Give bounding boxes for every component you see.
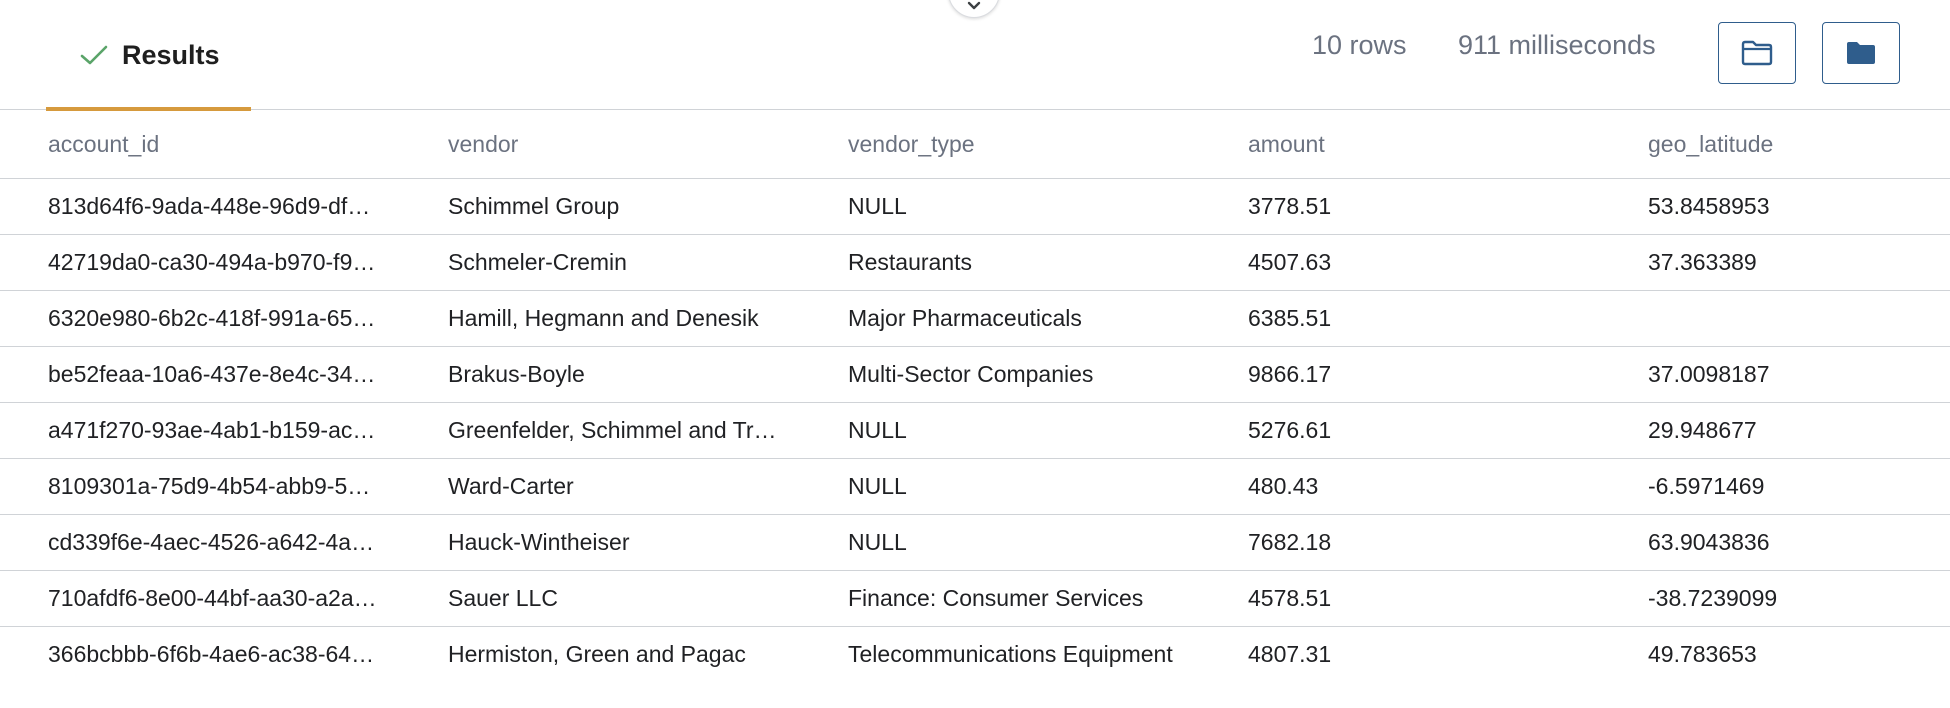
cell-geo-latitude: 49.783653 [1648,640,1757,667]
cell-vendor-type: NULL [800,402,1200,459]
cell-amount: 4578.51 [1200,570,1600,627]
cell-geo-latitude: 63.9043836 [1600,514,1950,571]
results-header: Results 10 rows 911 milliseconds [0,0,1950,111]
row-count: 10 rows [1312,30,1407,60]
column-header[interactable]: vendor_type [800,112,1200,179]
cell-account-id: cd339f6e-4aec-4526-a642-4a4… [0,514,400,571]
cell-vendor-type: Multi-Sector Companies [800,346,1200,403]
cell-vendor-type: NULL [800,514,1200,571]
column-header[interactable]: geo_latitude [1600,112,1950,179]
results-panel: Results 10 rows 911 milliseconds account… [0,0,1950,708]
table-row[interactable]: 6320e980-6b2c-418f-991a-653… Hamill, Heg… [0,290,1950,347]
table-header-row: account_id vendor vendor_type amount geo… [0,112,1950,179]
cell-amount: 4507.63 [1200,234,1600,291]
save-folder-button[interactable] [1822,22,1900,84]
table-row[interactable]: 366bcbbb-6f6b-4ae6-ac38-642… Hermiston, … [0,626,1950,682]
column-header[interactable]: amount [1200,112,1600,179]
cell-amount: 6385.51 [1200,290,1600,347]
cell-geo-latitude: -38.7239099 [1600,570,1950,627]
table-row[interactable]: 710afdf6-8e00-44bf-aa30-a2a0… Sauer LLC … [0,570,1950,627]
cell-vendor: Hauck-Wintheiser [400,514,800,571]
cell-vendor: Greenfelder, Schimmel and Tra… [400,402,800,459]
cell-account-id: 42719da0-ca30-494a-b970-f91… [0,234,400,291]
cell-vendor: Ward-Carter [400,458,800,515]
cell-amount: 5276.61 [1200,402,1600,459]
cell-amount: 4807.31 [1248,640,1332,667]
tab-results-label: Results [122,39,220,70]
query-duration: 911 milliseconds [1458,30,1656,60]
table-row[interactable]: 813d64f6-9ada-448e-96d9-dfe… Schimmel Gr… [0,178,1950,235]
cell-vendor-type: Finance: Consumer Services [800,570,1200,627]
cell-account-id: 366bcbbb-6f6b-4ae6-ac38-642… [48,640,387,667]
cell-geo-latitude: 29.948677 [1600,402,1950,459]
cell-vendor-type: NULL [800,178,1200,235]
cell-amount: 480.43 [1200,458,1600,515]
cell-vendor-type: NULL [800,458,1200,515]
column-header[interactable]: account_id [0,112,400,179]
table-row[interactable]: cd339f6e-4aec-4526-a642-4a4… Hauck-Winth… [0,514,1950,571]
table-row[interactable]: be52feaa-10a6-437e-8e4c-347… Brakus-Boyl… [0,346,1950,403]
cell-vendor-type: Major Pharmaceuticals [800,290,1200,347]
cell-account-id: 8109301a-75d9-4b54-abb9-592… [0,458,400,515]
table-row[interactable]: 8109301a-75d9-4b54-abb9-592… Ward-Carter… [0,458,1950,515]
cell-geo-latitude: -6.5971469 [1600,458,1950,515]
cell-account-id: 710afdf6-8e00-44bf-aa30-a2a0… [0,570,400,627]
cell-account-id: a471f270-93ae-4ab1-b159-ac3… [0,402,400,459]
cell-vendor: Hermiston, Green and Pagac [448,640,746,667]
cell-account-id: 813d64f6-9ada-448e-96d9-dfe… [0,178,400,235]
cell-amount: 3778.51 [1200,178,1600,235]
check-icon [80,45,108,65]
results-table: account_id vendor vendor_type amount geo… [0,112,1950,682]
cell-vendor-type: Restaurants [800,234,1200,291]
open-folder-button[interactable] [1718,22,1796,84]
tab-results[interactable]: Results [46,0,251,111]
cell-geo-latitude: 37.363389 [1600,234,1950,291]
cell-amount: 9866.17 [1200,346,1600,403]
cell-vendor: Brakus-Boyle [400,346,800,403]
table-row[interactable]: 42719da0-ca30-494a-b970-f91… Schmeler-Cr… [0,234,1950,291]
cell-vendor: Schimmel Group [400,178,800,235]
cell-geo-latitude: 37.0098187 [1600,346,1950,403]
cell-vendor: Schmeler-Cremin [400,234,800,291]
folder-outline-icon [1741,40,1773,66]
column-header[interactable]: vendor [400,112,800,179]
cell-amount: 7682.18 [1200,514,1600,571]
folder-filled-icon [1847,42,1875,64]
cell-vendor: Hamill, Hegmann and Denesik [400,290,800,347]
table-row[interactable]: a471f270-93ae-4ab1-b159-ac3… Greenfelder… [0,402,1950,459]
cell-geo-latitude [1600,290,1950,347]
cell-geo-latitude: 53.8458953 [1600,178,1950,235]
cell-account-id: 6320e980-6b2c-418f-991a-653… [0,290,400,347]
cell-account-id: be52feaa-10a6-437e-8e4c-347… [0,346,400,403]
cell-vendor: Sauer LLC [400,570,800,627]
cell-vendor-type: Telecommunications Equipment [848,640,1173,667]
